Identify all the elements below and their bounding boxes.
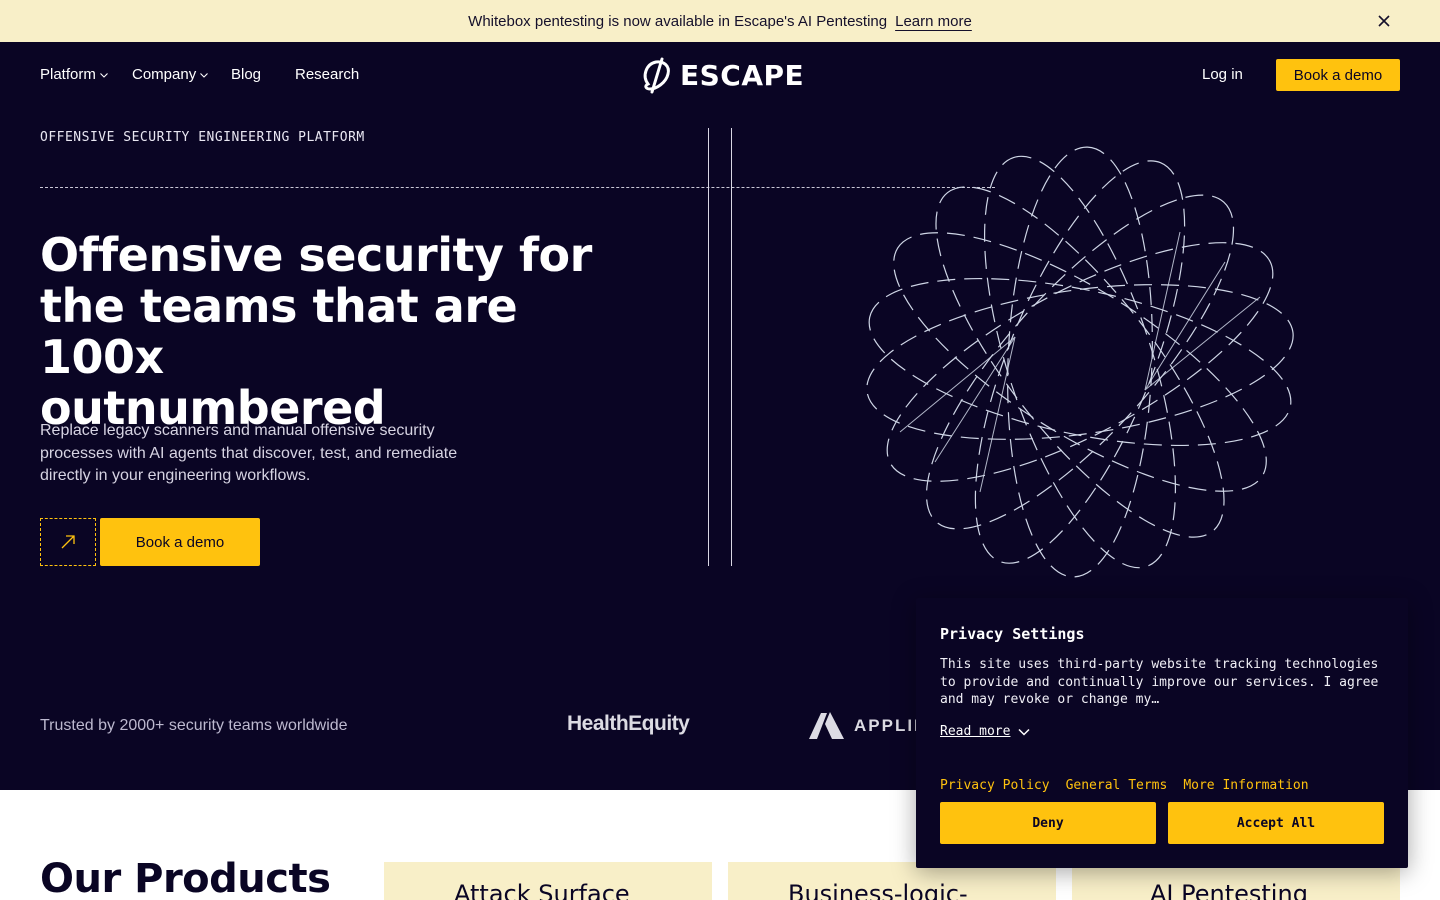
nav-item-label: Platform	[40, 66, 96, 83]
accept-all-button[interactable]: Accept All	[1168, 802, 1384, 844]
chevron-down-icon	[200, 72, 209, 78]
more-information-link[interactable]: More Information	[1183, 778, 1308, 793]
chevron-down-icon	[1018, 728, 1030, 736]
nav-item-label: Research	[295, 66, 360, 83]
hero-headline: Offensive security for the teams that ar…	[40, 230, 640, 434]
announcement-text: Whitebox pentesting is now available in …	[468, 12, 888, 30]
general-terms-link[interactable]: General Terms	[1066, 778, 1168, 793]
nav-item-research[interactable]: Research	[295, 66, 359, 83]
vertical-divider	[731, 128, 732, 566]
headline-line: the teams that are 100x	[40, 279, 518, 384]
hero-book-demo-button[interactable]: Book a demo	[100, 518, 260, 566]
product-card-title: AI Pentesting	[1150, 880, 1308, 900]
nav-item-label: Company	[132, 66, 197, 83]
privacy-title: Privacy Settings	[940, 625, 1085, 643]
read-more-label: Read more	[940, 724, 1011, 739]
close-icon[interactable]	[1376, 13, 1392, 29]
privacy-settings-dialog: Privacy Settings This site uses third-pa…	[916, 598, 1408, 868]
hero-arrow-button[interactable]	[40, 518, 96, 566]
trusted-by-text: Trusted by 2000+ security teams worldwid…	[40, 717, 348, 734]
nav-item-platform[interactable]: Platform	[40, 66, 109, 83]
privacy-policy-link[interactable]: Privacy Policy	[940, 778, 1050, 793]
product-card-attack-surface[interactable]: Attack Surface	[384, 862, 712, 900]
nav-item-company[interactable]: Company	[132, 66, 209, 83]
escape-logo-icon	[643, 57, 670, 94]
nav-book-demo-button[interactable]: Book a demo	[1276, 59, 1400, 91]
chevron-down-icon	[99, 72, 108, 78]
logo-text: ESCAPE	[680, 58, 805, 92]
main-nav: Platform Company Blog Research ESCAPE Lo…	[0, 42, 1440, 108]
read-more-toggle[interactable]: Read more	[940, 724, 1030, 739]
nav-item-label: Blog	[231, 66, 262, 83]
nav-item-blog[interactable]: Blog	[231, 66, 261, 83]
login-link[interactable]: Log in	[1202, 66, 1243, 83]
announcement-link[interactable]: Learn more	[895, 13, 972, 30]
vertical-divider	[708, 128, 709, 566]
escape-logo[interactable]: ESCAPE	[640, 56, 804, 94]
announcement-bar: Whitebox pentesting is now available in …	[0, 0, 1440, 42]
product-card-title: Attack Surface	[454, 880, 630, 900]
applied-logo-icon	[809, 712, 844, 739]
healthequity-logo: HealthEquity	[567, 712, 690, 735]
product-card-title: Business-logic-	[788, 880, 968, 900]
deny-button[interactable]: Deny	[940, 802, 1156, 844]
privacy-links: Privacy Policy General Terms More Inform…	[940, 778, 1309, 793]
products-title: Our Products	[40, 856, 331, 900]
privacy-body: This site uses third-party website track…	[940, 657, 1379, 707]
orbit-illustration	[866, 146, 1294, 578]
headline-line: Offensive security for	[40, 228, 592, 282]
arrow-up-right-icon	[61, 535, 75, 549]
hero-eyebrow: OFFENSIVE SECURITY ENGINEERING PLATFORM	[40, 130, 365, 145]
hero-subcopy: Replace legacy scanners and manual offen…	[40, 422, 458, 484]
